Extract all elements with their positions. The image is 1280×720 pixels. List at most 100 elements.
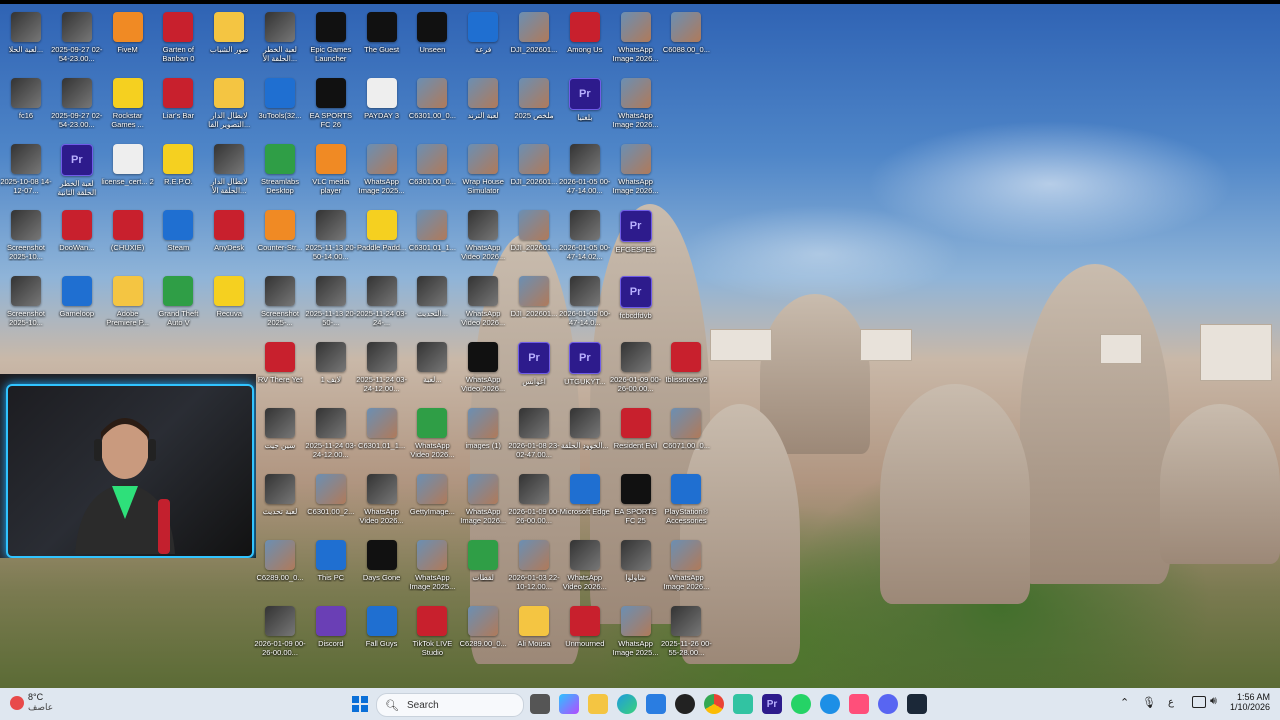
desktop-icon[interactable]: 2025-10-08 14-12-07... [0,144,52,195]
desktop-icon[interactable]: صور الشباب [203,12,255,54]
desktop-icon[interactable]: سين جيت [254,408,306,450]
whatsapp-icon[interactable] [791,694,811,714]
desktop-icon[interactable]: Rockstar Games ... [102,78,154,129]
desktop-icon[interactable]: لعبة الخطر الحلقة الأ... [254,12,306,63]
music-icon[interactable] [849,694,869,714]
desktop-icon[interactable]: AnyDesk [203,210,255,252]
desktop-icon[interactable]: 3uTools(32... [254,78,306,120]
desktop-icon[interactable]: C6301.00_0... [406,144,458,186]
desktop-icon[interactable]: Pr UTGUKYT... [559,342,611,386]
desktop-icon[interactable]: 2025-11-26 00-55-28.00... [660,606,712,657]
desktop-icon[interactable]: DooWan... [51,210,103,252]
weather-widget[interactable]: 8°C عاصف [10,692,53,713]
desktop-icon[interactable]: EA SPORTS FC 26 [305,78,357,129]
copilot-icon[interactable] [559,694,579,714]
desktop-icon[interactable]: fc16 [0,78,52,120]
desktop-icon[interactable]: WhatsApp Image 2026... [610,12,662,63]
desktop-icon[interactable]: GettyImage... [406,474,458,516]
desktop-icon[interactable]: Counter-Str... [254,210,306,252]
chrome-icon[interactable] [704,694,724,714]
desktop-icon[interactable]: Pr اغوانس [508,342,560,386]
volume-icon[interactable]: 🔊︎ [1210,695,1217,708]
desktop-icon[interactable]: (CHUXIE) [102,210,154,252]
desktop-icon[interactable]: WhatsApp Image 2026... [610,144,662,195]
desktop-icon[interactable]: Paddle Padd... [356,210,408,252]
desktop-icon[interactable]: Wrap House Simulator [457,144,509,195]
desktop-icon[interactable]: C6071.00_0... [660,408,712,450]
desktop-icon[interactable]: 2026-01-05 00-47-14.0... [559,276,611,327]
desktop-icon[interactable]: TikTok LIVE Studio [406,606,458,657]
desktop-icon[interactable]: R.E.P.O. [152,144,204,186]
desktop-icon[interactable]: Iblissorcery2 [660,342,712,384]
desktop-icon[interactable]: لابطال الدار الحلقة الأ... [203,144,255,195]
edge-icon[interactable] [617,694,637,714]
desktop-icon[interactable]: لعبة تحديث [254,474,306,516]
desktop-icon[interactable]: Garten of Banban 0 [152,12,204,63]
desktop-icon[interactable]: WhatsApp Video 2026... [559,540,611,591]
desktop-icon[interactable]: Gameloop [51,276,103,318]
store-icon[interactable] [646,694,666,714]
desktop-icon[interactable]: Screenshot 2025-10... [0,276,52,327]
desktop-icon[interactable]: لعبة الترند [457,78,509,120]
desktop-icon[interactable]: Discord [305,606,357,648]
language-indicator[interactable]: ع [1168,697,1174,708]
desktop-icon[interactable]: WhatsApp Video 2026... [457,210,509,261]
desktop-icon[interactable]: C6301.01_1... [356,408,408,450]
desktop-icon[interactable]: 2026-01-09 00-26-00.00... [254,606,306,657]
desktop-icon[interactable]: WhatsApp Image 2026... [457,474,509,525]
taskbar-search[interactable]: 🔍︎ Search [376,693,524,717]
desktop-icon[interactable]: DJI_202601... [508,12,560,54]
desktop-icon[interactable]: Pr EFGESFES [610,210,662,254]
desktop-icon[interactable]: C6301.01_1... [406,210,458,252]
desktop-icon[interactable]: WhatsApp Video 2026... [457,276,509,327]
desktop-icon[interactable]: C6301.00_2... [305,474,357,516]
desktop-icon[interactable]: 2026-01-09 00-26-00.00... [610,342,662,393]
desktop-icon[interactable]: C6289.00_0... [457,606,509,648]
desktop-icon[interactable]: Recuva [203,276,255,318]
desktop-icon[interactable]: WhatsApp Video 2026... [356,474,408,525]
desktop-icon[interactable]: DJI_202601... [508,210,560,252]
desktop-icon[interactable]: Pr fcbcdfdvb [610,276,662,320]
desktop-icon[interactable]: Pr بلغنيا [559,78,611,122]
desktop-icon[interactable]: Liar's Bar [152,78,204,120]
alien-icon[interactable] [675,694,695,714]
desktop-icon[interactable]: 2025-11-24 03-24-12.00... [305,408,357,459]
network-icon[interactable] [1192,696,1206,708]
tray-chevron-icon[interactable]: ⌃ [1120,696,1129,709]
desktop-icon[interactable]: EA SPORTS FC 25 [610,474,662,525]
microphone-icon[interactable]: 🎙︎ [1142,696,1156,709]
desktop-icon[interactable]: Ali Mousa [508,606,560,648]
desktop-icon[interactable]: 2025-09-27 02-54-23.00... [51,78,103,129]
desktop-icon[interactable]: Microsoft Edge [559,474,611,516]
desktop-icon[interactable]: Pr لعبة الخطر الحلقة الثانية [51,144,103,197]
desktop-icon[interactable]: RV There Yet [254,342,306,384]
desktop-icon[interactable]: 2025-11-24 03-24-12.00... [356,342,408,393]
desktop-icon[interactable]: WhatsApp Image 2025... [356,144,408,195]
desktop-icon[interactable]: لعبة الحلا... [0,12,52,54]
desktop-icon[interactable]: FiveM [102,12,154,54]
desktop-icon[interactable]: WhatsApp Video 2026... [406,408,458,459]
desktop-icon[interactable]: شاولوا [610,540,662,582]
desktop-icon[interactable]: لابطال الدار التصوير الفا... [203,78,255,129]
desktop-icon[interactable]: C6289.00_0... [254,540,306,582]
desktop-icon[interactable]: VLC media player [305,144,357,195]
desktop-icon[interactable]: التحديث... [406,276,458,318]
desktop-icon[interactable]: Unmourned [559,606,611,648]
desktop-icon[interactable]: لايف 1 [305,342,357,384]
desktop-icon[interactable]: Streamlabs Desktop [254,144,306,195]
discord-icon[interactable] [878,694,898,714]
desktop-icon[interactable]: WhatsApp Image 2026... [660,540,712,591]
desktop-icon[interactable]: Unseen [406,12,458,54]
desktop-icon[interactable]: WhatsApp Image 2025... [610,606,662,657]
desktop-icon[interactable]: The Guest [356,12,408,54]
desktop-icon[interactable]: 2026-01-09 00-26-00.00... [508,474,560,525]
desktop-icon[interactable]: PAYDAY 3 [356,78,408,120]
desktop-icon[interactable]: 2026-01-05 00-47-14.00... [559,144,611,195]
browser-icon[interactable] [820,694,840,714]
desktop-icon[interactable]: 2026-01-03 22-10-12.00... [508,540,560,591]
desktop-icon[interactable]: لعبة... [406,342,458,384]
desktop-icon[interactable]: 2025-11-13 20-50-... [305,276,357,327]
task-view-icon[interactable] [530,694,550,714]
desktop-icon[interactable]: DJI_202601... [508,144,560,186]
desktop-icon[interactable]: WhatsApp Image 2026... [610,78,662,129]
